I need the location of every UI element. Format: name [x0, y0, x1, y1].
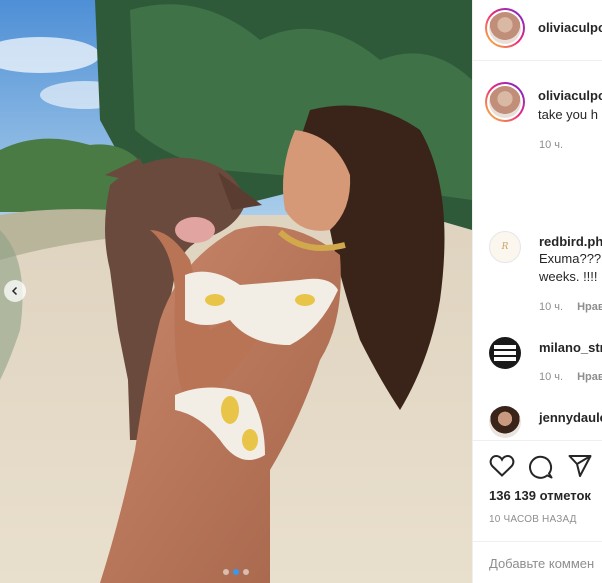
comment-text: Exuma???: [539, 251, 602, 266]
post-header: oliviaculpo: [473, 0, 602, 61]
post-actions: 136 139 отметок 10 ЧАСОВ НАЗАД Добавьте …: [473, 440, 602, 583]
comment-meta: 10 ч. Нрав: [539, 371, 602, 383]
heart-icon[interactable]: [489, 454, 515, 478]
jennydaule-avatar[interactable]: [489, 406, 521, 438]
carousel-prev-button[interactable]: [4, 280, 26, 302]
redbird-avatar[interactable]: R: [489, 231, 521, 263]
comment-username[interactable]: milano_stre: [539, 340, 602, 355]
share-icon[interactable]: [567, 454, 593, 478]
carousel-dot-active: [233, 569, 239, 575]
caption-author-avatar[interactable]: [485, 82, 525, 122]
caption-text: take you h: [538, 107, 598, 122]
carousel-dot: [243, 569, 249, 575]
caption-username[interactable]: oliviaculpo: [538, 88, 602, 103]
add-comment-bar: Добавьте коммен: [473, 541, 602, 583]
comment-username[interactable]: redbird.ph: [539, 234, 602, 249]
comment-icon[interactable]: [528, 454, 554, 480]
post-photo[interactable]: [0, 0, 472, 583]
comment-time[interactable]: 10 ч.: [539, 371, 563, 383]
author-username[interactable]: oliviaculpo: [538, 20, 602, 35]
caption-time[interactable]: 10 ч.: [539, 139, 563, 151]
likes-count[interactable]: 136 139 отметок: [489, 488, 591, 503]
comment-like-link[interactable]: Нрав: [577, 301, 602, 313]
comment-like-link[interactable]: Нрав: [577, 371, 602, 383]
beach-photo: [0, 0, 472, 583]
comment-time[interactable]: 10 ч.: [539, 301, 563, 313]
carousel-dot: [223, 569, 229, 575]
milano-fashion-week-avatar[interactable]: [489, 337, 521, 369]
carousel-indicator: [0, 569, 472, 575]
milano-fashion-week-logo: [494, 345, 516, 361]
author-avatar[interactable]: [485, 8, 525, 48]
comment-meta: 10 ч. Нрав: [539, 301, 602, 313]
comment-text: weeks. !!!!: [539, 269, 598, 284]
chevron-left-icon: [11, 286, 18, 296]
posted-time[interactable]: 10 ЧАСОВ НАЗАД: [489, 514, 577, 525]
add-comment-input[interactable]: Добавьте коммен: [489, 556, 594, 571]
post-sidebar: oliviaculpo oliviaculpo take you h 10 ч.…: [472, 0, 602, 583]
comment-username[interactable]: jennydaule: [539, 410, 602, 425]
